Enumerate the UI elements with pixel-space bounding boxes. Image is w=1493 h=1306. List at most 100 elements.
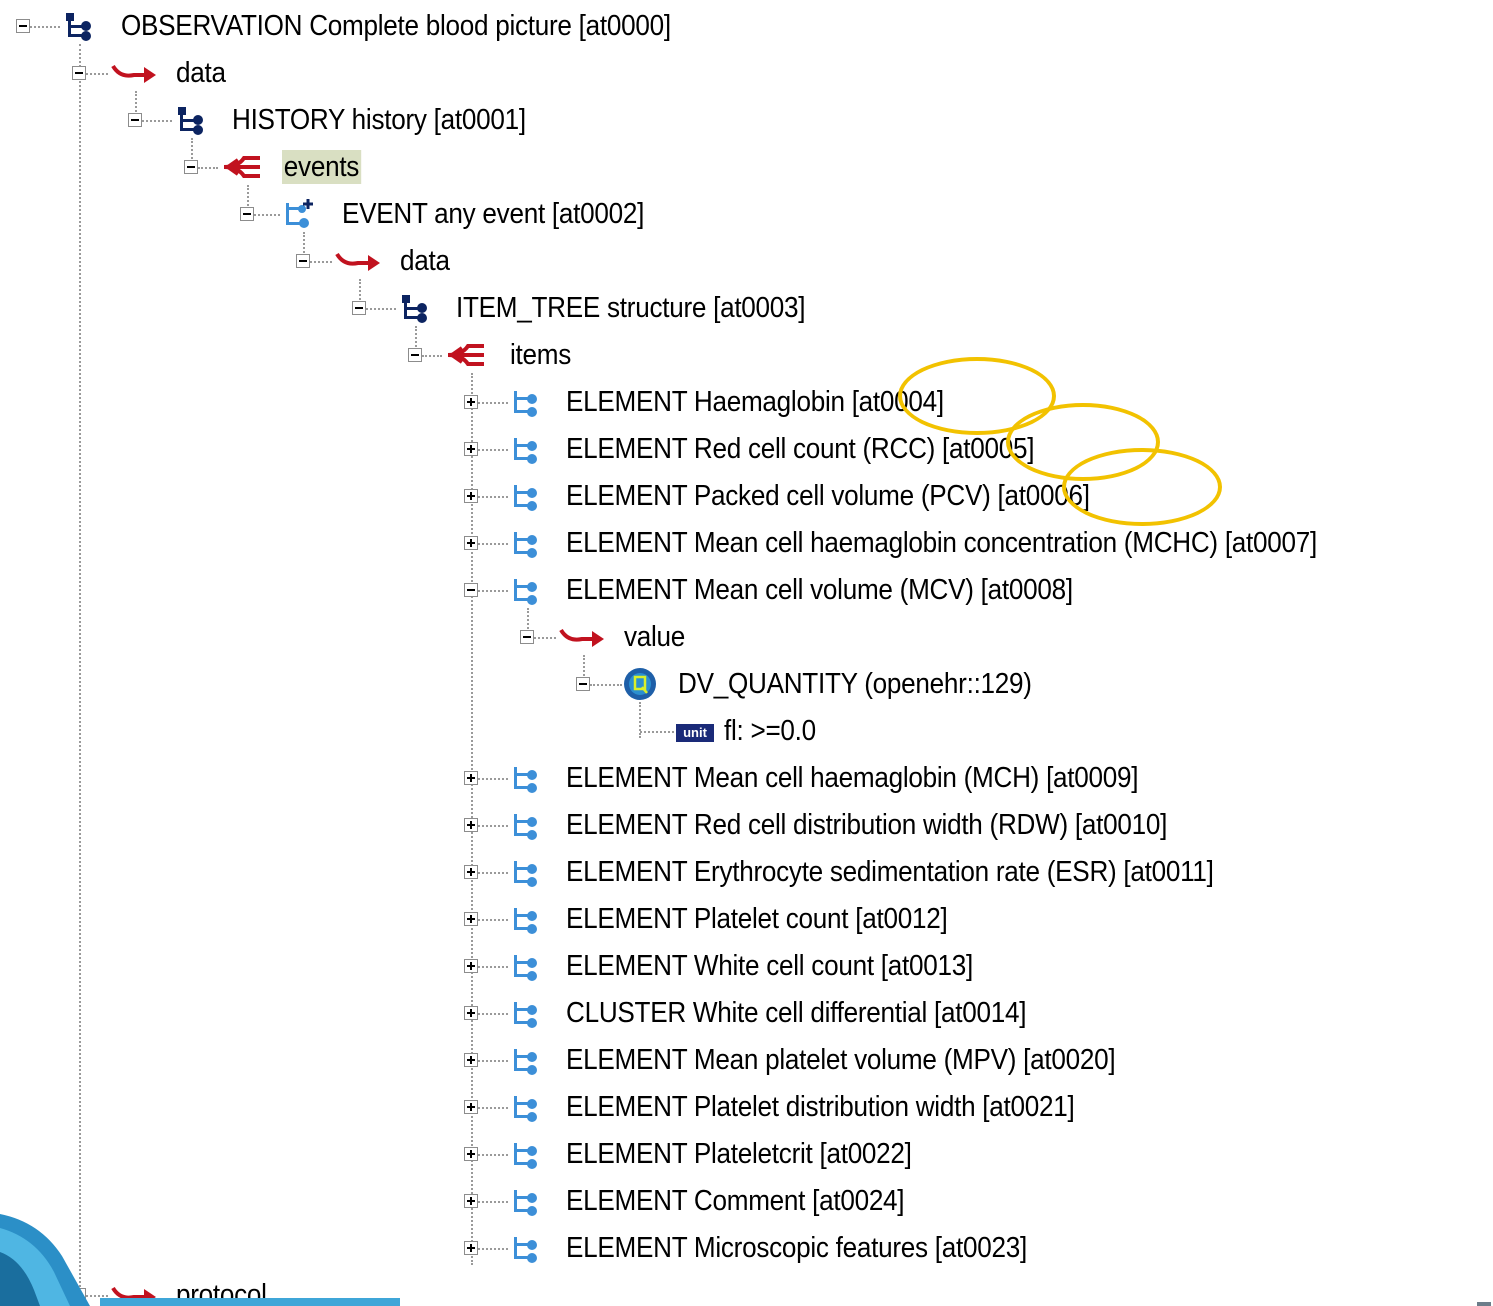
collapse-toggle[interactable] [576, 677, 590, 691]
collapse-toggle[interactable] [16, 19, 30, 33]
tree-node-element[interactable]: ELEMENT Comment [at0024] [0, 1180, 1000, 1224]
element-structure-icon [514, 579, 537, 605]
tree-node-element[interactable]: ELEMENT Microscopic features [at0023] [0, 1227, 1150, 1271]
tree-node-data[interactable]: data [0, 52, 300, 96]
node-label: value [624, 621, 686, 653]
element-structure-icon [514, 814, 537, 840]
tree-node-element[interactable]: ELEMENT Plateletcrit [at0022] [0, 1133, 1000, 1177]
node-label: events [282, 150, 361, 184]
quantity-q-icon [624, 668, 656, 700]
collapse-toggle[interactable] [352, 301, 366, 315]
tree-node-element[interactable]: ELEMENT Red cell distribution width (RDW… [0, 804, 1330, 848]
expand-toggle[interactable] [464, 489, 478, 503]
element-structure-icon [514, 485, 537, 511]
tree-node-element[interactable]: ELEMENT Mean platelet volume (MPV) [at00… [0, 1039, 1250, 1083]
node-label: ITEM_TREE structure [at0003] [456, 292, 806, 324]
red-branch-icon [223, 156, 260, 178]
tree-node-event[interactable]: EVENT any event [at0002] [0, 193, 740, 237]
tree-node-element[interactable]: ELEMENT Platelet distribution width [at0… [0, 1086, 1200, 1130]
expand-toggle[interactable] [464, 1241, 478, 1255]
tree-node-element[interactable]: ELEMENT Erythrocyte sedimentation rate (… [0, 851, 1360, 895]
slide-bottom-band [100, 1298, 400, 1306]
element-structure-icon [514, 1049, 537, 1075]
expand-toggle[interactable] [464, 1100, 478, 1114]
red-branch-icon [447, 344, 484, 366]
node-label: ELEMENT Erythrocyte sedimentation rate (… [566, 856, 1214, 888]
node-label: ELEMENT Platelet distribution width [at0… [566, 1091, 1075, 1123]
node-label: data [400, 245, 450, 277]
collapse-toggle[interactable] [72, 66, 86, 80]
expand-toggle[interactable] [464, 395, 478, 409]
expand-toggle[interactable] [464, 771, 478, 785]
expand-toggle[interactable] [464, 442, 478, 456]
element-structure-icon [514, 1096, 537, 1122]
tree-node-observation[interactable]: OBSERVATION Complete blood picture [at00… [0, 5, 800, 49]
element-structure-icon [514, 1143, 537, 1169]
tree-node-element[interactable]: ELEMENT Mean cell haemaglobin (MCH) [at0… [0, 757, 1300, 801]
tree-node-history[interactable]: HISTORY history [at0001] [0, 99, 620, 143]
tree-node-element[interactable]: ELEMENT Mean cell volume (MCV) [at0008] [0, 569, 1200, 613]
tree-node-element[interactable]: ELEMENT Platelet count [at0012] [0, 898, 1100, 942]
slide-corner-decoration [0, 1214, 90, 1306]
element-structure-icon [514, 861, 537, 887]
tree-node-element[interactable]: ELEMENT Packed cell volume (PCV) [at0006… [0, 475, 1100, 519]
event-structure-icon [286, 199, 313, 228]
element-structure-icon [514, 1237, 537, 1263]
expand-toggle[interactable] [464, 1053, 478, 1067]
tree-node-element[interactable]: ELEMENT Red cell count (RCC) [at0005] [0, 428, 1100, 472]
expand-toggle[interactable] [464, 1006, 478, 1020]
tree-node-element[interactable]: ELEMENT White cell count [at0013] [0, 945, 1100, 989]
node-label: ELEMENT Plateletcrit [at0022] [566, 1138, 912, 1170]
element-structure-icon [514, 767, 537, 793]
node-label: fl: >=0.0 [724, 715, 816, 747]
tree-node-events[interactable]: events [0, 146, 400, 190]
expand-toggle[interactable] [464, 912, 478, 926]
node-label: ELEMENT Red cell count (RCC) [at0005] [566, 433, 1035, 465]
collapse-toggle[interactable] [128, 113, 142, 127]
node-label: ELEMENT Mean cell volume (MCV) [at0008] [566, 574, 1073, 606]
expand-toggle[interactable] [464, 536, 478, 550]
node-label: EVENT any event [at0002] [342, 198, 645, 230]
node-label: ELEMENT Haemaglobin [at0004] [566, 386, 944, 418]
node-label: ELEMENT Packed cell volume (PCV) [at0006… [566, 480, 1090, 512]
archetype-tree: OBSERVATION Complete blood picture [at00… [0, 0, 1493, 1306]
node-label: ELEMENT Mean cell haemaglobin concentrat… [566, 527, 1318, 559]
node-label: DV_QUANTITY (openehr::129) [678, 668, 1032, 700]
expand-toggle[interactable] [464, 1147, 478, 1161]
tree-structure-icon [178, 107, 203, 135]
collapse-toggle[interactable] [464, 583, 478, 597]
tree-node-cluster[interactable]: CLUSTER White cell differential [at0014] [0, 992, 1150, 1036]
node-label: ELEMENT White cell count [at0013] [566, 950, 973, 982]
tree-node-items[interactable]: items [0, 334, 600, 378]
expand-toggle[interactable] [464, 818, 478, 832]
node-label: ELEMENT Red cell distribution width (RDW… [566, 809, 1168, 841]
node-label: ELEMENT Comment [at0024] [566, 1185, 905, 1217]
tree-node-dv-quantity[interactable]: DV_QUANTITY (openehr::129) [0, 663, 1140, 707]
element-structure-icon [514, 955, 537, 981]
element-structure-icon [514, 438, 537, 464]
element-structure-icon [514, 391, 537, 417]
collapse-toggle[interactable] [184, 160, 198, 174]
tree-node-item-tree[interactable]: ITEM_TREE structure [at0003] [0, 287, 900, 331]
tree-node-value[interactable]: value [0, 616, 720, 660]
collapse-toggle[interactable] [296, 254, 310, 268]
node-label: ELEMENT Mean cell haemaglobin (MCH) [at0… [566, 762, 1139, 794]
node-label: CLUSTER White cell differential [at0014] [566, 997, 1027, 1029]
node-label: OBSERVATION Complete blood picture [at00… [121, 10, 671, 42]
tree-structure-icon [66, 13, 91, 41]
tree-node-element[interactable]: ELEMENT Mean cell haemaglobin concentrat… [0, 522, 1490, 566]
tree-structure-icon [402, 295, 427, 323]
collapse-toggle[interactable] [520, 630, 534, 644]
tree-node-data[interactable]: data [0, 240, 500, 284]
annotation-circle-at0006 [1062, 448, 1222, 526]
expand-toggle[interactable] [464, 1194, 478, 1208]
node-label: data [176, 57, 226, 89]
red-arrow-icon [111, 64, 156, 83]
red-arrow-icon [559, 628, 604, 647]
tree-leaf-unit[interactable]: unit fl: >=0.0 [0, 710, 900, 754]
collapse-toggle[interactable] [240, 207, 254, 221]
red-arrow-icon [335, 252, 380, 271]
expand-toggle[interactable] [464, 959, 478, 973]
collapse-toggle[interactable] [408, 348, 422, 362]
expand-toggle[interactable] [464, 865, 478, 879]
